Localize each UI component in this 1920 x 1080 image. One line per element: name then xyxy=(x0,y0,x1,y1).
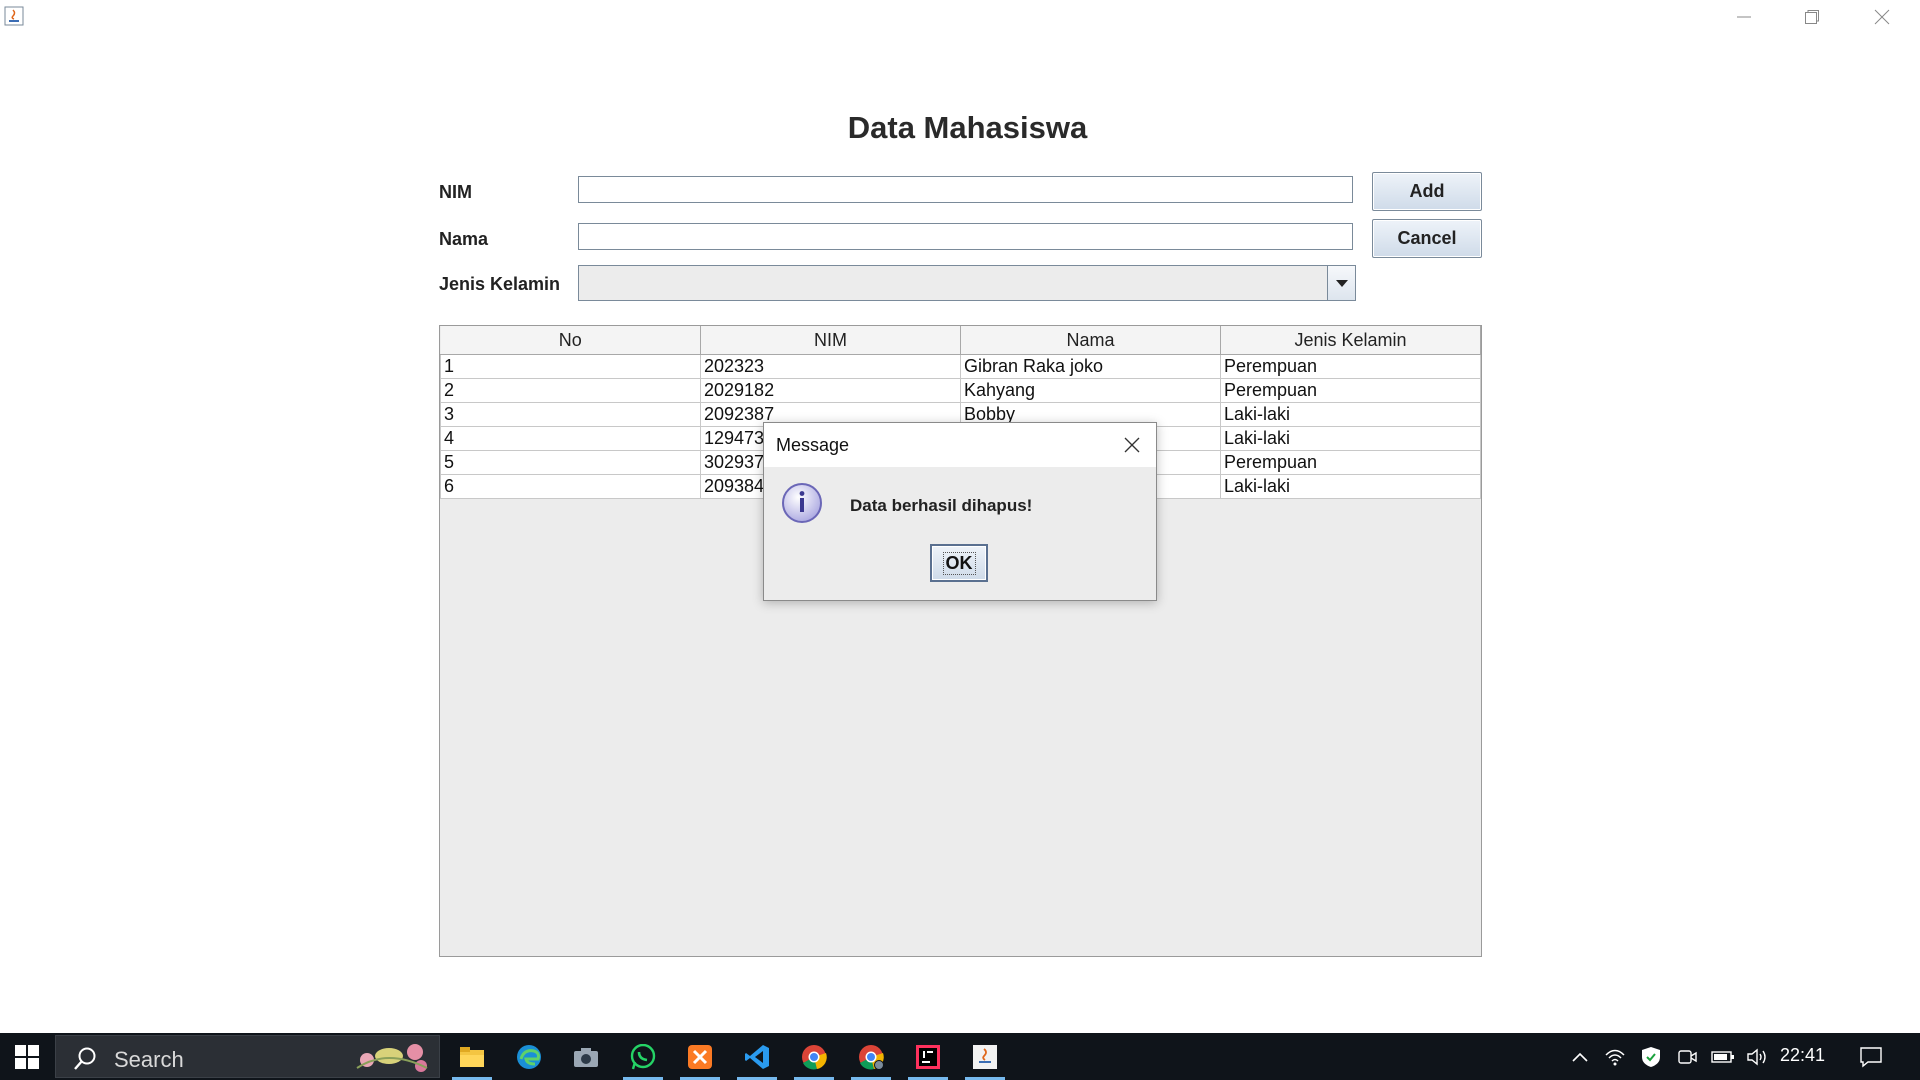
ok-button-label: OK xyxy=(942,551,976,575)
info-icon xyxy=(780,481,824,525)
wifi-icon[interactable] xyxy=(1600,1033,1630,1080)
table-cell[interactable]: 202323 xyxy=(700,354,961,379)
table-row[interactable]: 1 202323 Gibran Raka joko Perempuan xyxy=(440,354,1481,379)
notification-icon[interactable] xyxy=(1856,1033,1886,1080)
battery-icon[interactable] xyxy=(1708,1033,1738,1080)
dialog-titlebar[interactable]: Message xyxy=(764,423,1156,467)
xampp-icon[interactable] xyxy=(677,1033,723,1080)
nim-label: NIM xyxy=(439,182,472,202)
windows-start-icon[interactable] xyxy=(0,1033,54,1080)
minimize-icon[interactable] xyxy=(1714,2,1774,32)
nim-input[interactable] xyxy=(578,176,1353,203)
chevron-down-icon[interactable] xyxy=(1327,266,1355,300)
maximize-icon[interactable] xyxy=(1782,2,1842,32)
java-icon[interactable] xyxy=(962,1033,1008,1080)
add-button[interactable]: Add xyxy=(1372,172,1482,211)
ok-button[interactable]: OK xyxy=(930,544,988,582)
chevron-up-icon[interactable] xyxy=(1566,1033,1594,1080)
search-icon xyxy=(72,1046,98,1072)
chrome-profile-icon[interactable] xyxy=(848,1033,894,1080)
table-cell[interactable]: Gibran Raka joko xyxy=(960,354,1221,379)
table-cell[interactable]: 1 xyxy=(440,354,701,379)
table-cell[interactable]: 6 xyxy=(440,474,701,499)
table-cell[interactable]: 3 xyxy=(440,402,701,427)
data-table: No NIM Nama Jenis Kelamin 1 202323 Gibra… xyxy=(439,325,1482,957)
java-app-icon[interactable] xyxy=(4,6,24,26)
nama-label: Nama xyxy=(439,229,489,249)
column-header-nim[interactable]: NIM xyxy=(700,326,961,355)
taskbar-search[interactable]: Search xyxy=(55,1035,440,1078)
dialog-title: Message xyxy=(776,435,850,455)
search-highlight-art-icon xyxy=(347,1038,437,1076)
vscode-icon[interactable] xyxy=(734,1033,780,1080)
table-cell[interactable]: Kahyang xyxy=(960,378,1221,403)
nama-input[interactable] xyxy=(578,223,1353,250)
close-icon[interactable] xyxy=(1852,2,1912,32)
table-cell[interactable]: 2029182 xyxy=(700,378,961,403)
webcam-icon[interactable] xyxy=(1672,1033,1702,1080)
column-header-jenis-kelamin[interactable]: Jenis Kelamin xyxy=(1220,326,1481,355)
table-cell[interactable]: Laki-laki xyxy=(1220,402,1481,427)
column-header-nama[interactable]: Nama xyxy=(960,326,1221,355)
close-icon[interactable] xyxy=(1118,431,1146,459)
jenis-kelamin-label: Jenis Kelamin xyxy=(439,274,561,294)
taskbar: Search 22:41 xyxy=(0,1033,1920,1080)
intellij-icon[interactable] xyxy=(905,1033,951,1080)
table-cell[interactable]: Laki-laki xyxy=(1220,474,1481,499)
column-header-no[interactable]: No xyxy=(440,326,701,355)
table-cell[interactable]: Perempuan xyxy=(1220,378,1481,403)
page-title: Data Mahasiswa xyxy=(847,110,1088,145)
taskbar-clock[interactable]: 22:41 xyxy=(1780,1045,1825,1066)
chrome-icon[interactable] xyxy=(791,1033,837,1080)
cancel-button[interactable]: Cancel xyxy=(1372,219,1482,258)
jenis-kelamin-select[interactable] xyxy=(578,265,1356,301)
volume-icon[interactable] xyxy=(1742,1033,1772,1080)
whatsapp-icon[interactable] xyxy=(620,1033,666,1080)
search-placeholder: Search xyxy=(114,1047,184,1072)
edge-icon[interactable] xyxy=(506,1033,552,1080)
table-cell[interactable]: 5 xyxy=(440,450,701,475)
message-dialog: Message Data berhasil dihapus! OK xyxy=(763,422,1157,601)
table-cell[interactable]: Perempuan xyxy=(1220,354,1481,379)
table-cell[interactable]: 2 xyxy=(440,378,701,403)
security-shield-icon[interactable] xyxy=(1636,1033,1666,1080)
table-cell[interactable]: Perempuan xyxy=(1220,450,1481,475)
camera-icon[interactable] xyxy=(563,1033,609,1080)
table-cell[interactable]: Laki-laki xyxy=(1220,426,1481,451)
table-cell[interactable]: 4 xyxy=(440,426,701,451)
table-row[interactable]: 2 2029182 Kahyang Perempuan xyxy=(440,378,1481,403)
file-explorer-icon[interactable] xyxy=(449,1033,495,1080)
dialog-message: Data berhasil dihapus! xyxy=(850,496,1033,515)
